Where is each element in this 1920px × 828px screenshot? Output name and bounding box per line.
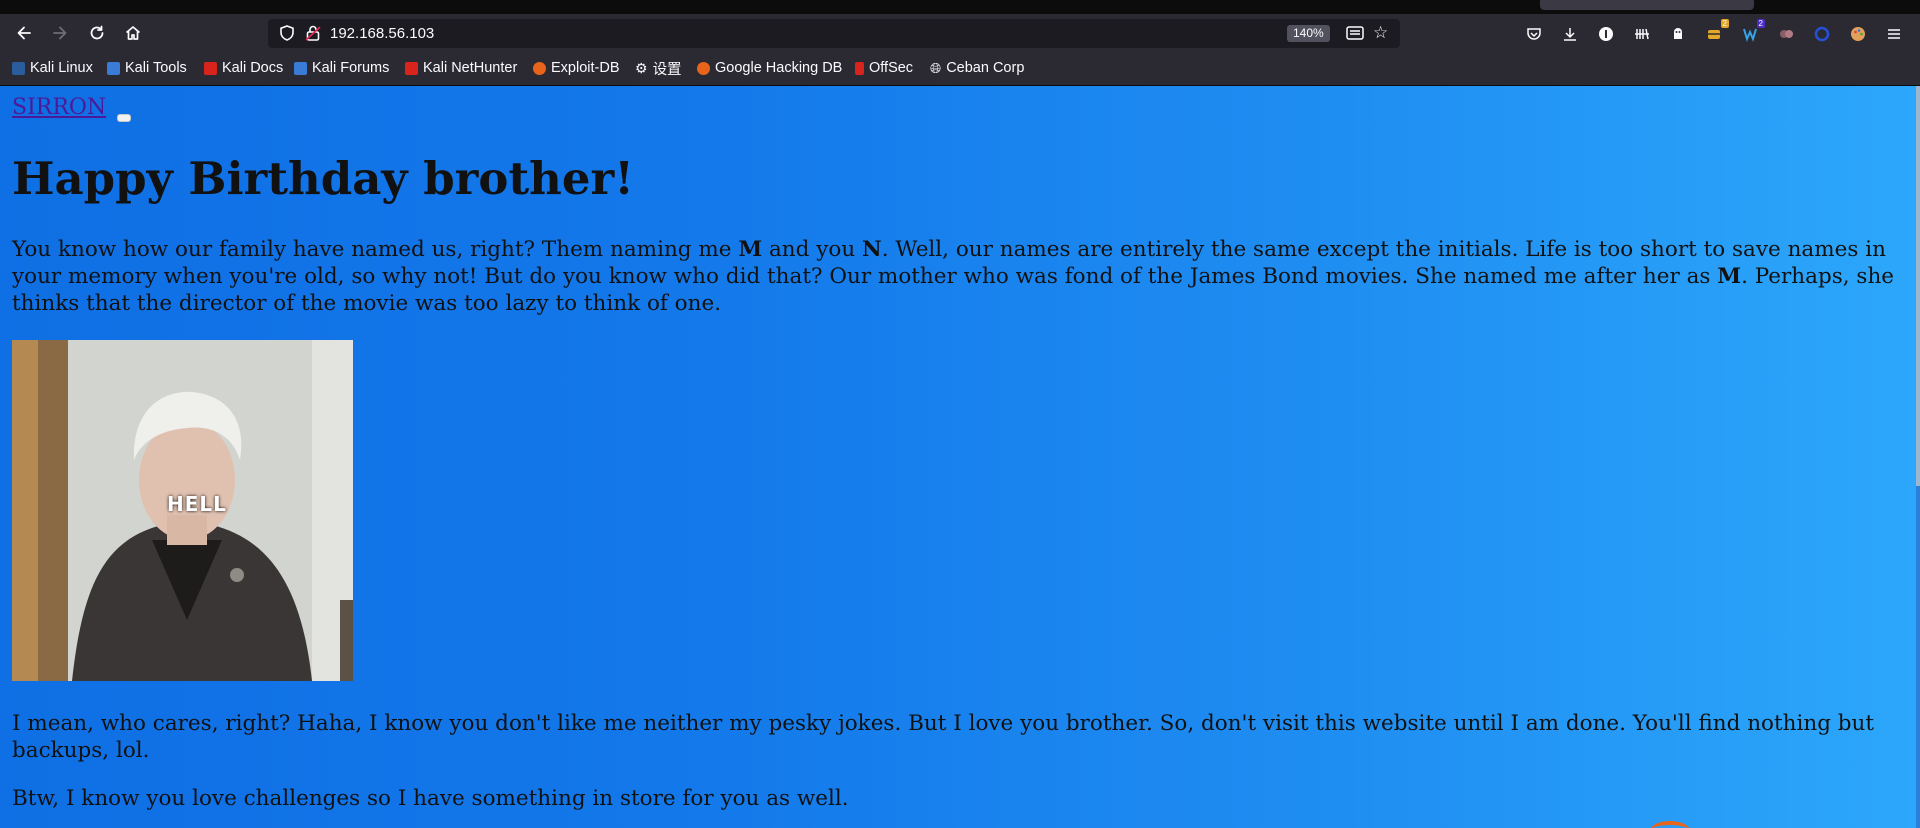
- kali-docs-icon: [204, 61, 217, 75]
- vertical-scrollbar[interactable]: [1916, 86, 1920, 828]
- back-button[interactable]: [11, 20, 37, 46]
- globe-icon: 🌐︎: [930, 59, 942, 76]
- extension-cookies-button[interactable]: [1775, 23, 1797, 45]
- bookmark-label: Kali Tools: [125, 60, 187, 76]
- bookmark-label: Exploit-DB: [551, 60, 620, 76]
- bookmark-settings[interactable]: ⚙ 设置: [635, 59, 682, 78]
- partial-decoration: [1650, 821, 1690, 828]
- extension-badge: 2: [1720, 19, 1729, 28]
- library-button[interactable]: [1631, 23, 1653, 45]
- reader-view-icon[interactable]: [1345, 24, 1365, 42]
- zoom-level-indicator[interactable]: 140%: [1287, 25, 1330, 42]
- bookmark-ceban-corp[interactable]: 🌐︎ Ceban Corp: [930, 59, 1024, 77]
- intro-paragraph: You know how our family have named us, r…: [12, 237, 1895, 316]
- image-caption-text: HELL: [167, 492, 227, 516]
- scrollbar-thumb[interactable]: [1916, 86, 1920, 486]
- pocket-button[interactable]: [1523, 23, 1545, 45]
- reload-icon: [90, 25, 104, 40]
- pocket-icon: [1527, 28, 1541, 40]
- extension-badge: 2: [1756, 19, 1765, 28]
- app-menu-button[interactable]: [1883, 23, 1905, 45]
- small-button[interactable]: [117, 114, 131, 122]
- extension-proxy-button[interactable]: [1811, 23, 1833, 45]
- navigation-toolbar: 192.168.56.103 140% ☆ 2 2: [0, 14, 1920, 52]
- kali-tools-icon: [107, 61, 120, 75]
- nethunter-icon: [405, 61, 418, 75]
- offsec-icon: [855, 61, 864, 75]
- bookmark-kali-tools[interactable]: Kali Tools: [107, 59, 187, 77]
- wappalyzer-extension-icon: [1743, 28, 1757, 42]
- one-password-icon: [1599, 27, 1613, 41]
- kali-dragon-icon: [12, 61, 25, 75]
- bookmark-label: Ceban Corp: [946, 60, 1025, 76]
- extension-wappalyzer-button[interactable]: 2: [1739, 19, 1765, 45]
- third-paragraph: Btw, I know you love challenges so I hav…: [12, 786, 849, 811]
- extension-theme-button[interactable]: [1847, 23, 1869, 45]
- home-icon: [125, 26, 141, 40]
- library-icon: [1635, 28, 1649, 40]
- ghost-extension-icon: [1674, 28, 1682, 39]
- bookmark-kali-linux[interactable]: Kali Linux: [12, 59, 93, 77]
- forward-button[interactable]: [47, 20, 73, 46]
- bookmark-label: OffSec: [869, 60, 914, 76]
- bookmark-star-icon[interactable]: ☆: [1373, 23, 1388, 43]
- bookmark-label: 设置: [652, 61, 682, 78]
- home-button[interactable]: [120, 20, 146, 46]
- active-tab[interactable]: [1540, 0, 1754, 10]
- palette-icon: [1851, 27, 1865, 41]
- bookmark-offsec[interactable]: OffSec: [855, 59, 913, 77]
- cookies-extension-icon: [1780, 30, 1793, 38]
- address-bar[interactable]: 192.168.56.103 140% ☆: [268, 19, 1400, 48]
- download-icon: [1564, 28, 1576, 41]
- bookmark-google-hacking-db[interactable]: Google Hacking DB: [697, 59, 842, 77]
- second-paragraph: I mean, who cares, right? Haha, I know y…: [12, 711, 1875, 763]
- bookmark-kali-docs[interactable]: Kali Docs: [204, 59, 283, 77]
- bookmark-label: Kali Linux: [30, 60, 93, 76]
- kali-forums-icon: [294, 61, 307, 75]
- reload-button[interactable]: [84, 20, 110, 46]
- tab-strip: [0, 0, 1920, 14]
- page-heading: Happy Birthday brother!: [12, 152, 634, 205]
- site-link[interactable]: SIRRON: [12, 95, 106, 120]
- downloads-button[interactable]: [1559, 23, 1581, 45]
- bookmark-kali-nethunter[interactable]: Kali NetHunter: [405, 59, 517, 77]
- bookmarks-toolbar: Kali Linux Kali Tools Kali Docs Kali For…: [0, 52, 1920, 86]
- gear-icon: ⚙: [635, 59, 648, 76]
- web-page: SIRRON Happy Birthday brother! You know …: [0, 86, 1916, 828]
- hamburger-menu-icon: [1888, 29, 1900, 39]
- extension-ghost-button[interactable]: [1667, 23, 1689, 45]
- insecure-lock-icon[interactable]: [304, 24, 322, 42]
- ghdb-icon: [697, 61, 710, 75]
- bookmark-kali-forums[interactable]: Kali Forums: [294, 59, 389, 77]
- password-manager-button[interactable]: [1595, 23, 1617, 45]
- proxy-ring-icon: [1814, 26, 1830, 42]
- exploit-db-icon: [533, 61, 546, 75]
- bookmark-label: Google Hacking DB: [715, 60, 843, 76]
- bookmark-label: Kali NetHunter: [423, 60, 518, 76]
- cookie-extension-icon: [1708, 30, 1720, 39]
- bookmark-exploit-db[interactable]: Exploit-DB: [533, 59, 620, 77]
- forward-arrow-icon: [53, 26, 67, 40]
- back-arrow-icon: [17, 26, 31, 40]
- woman-photo: HELL: [12, 340, 353, 681]
- tracking-protection-shield-icon[interactable]: [278, 24, 296, 42]
- url-text[interactable]: 192.168.56.103: [330, 25, 434, 42]
- bookmark-label: Kali Forums: [312, 60, 390, 76]
- extension-cookie-button[interactable]: 2: [1703, 19, 1729, 45]
- bookmark-label: Kali Docs: [222, 60, 284, 76]
